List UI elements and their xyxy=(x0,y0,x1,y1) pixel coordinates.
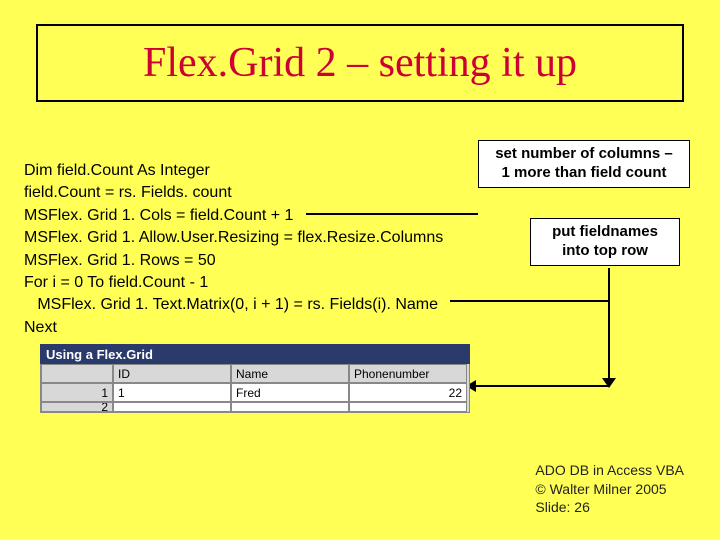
data-cell xyxy=(349,402,467,412)
callout-text: into top row xyxy=(562,242,648,259)
code-line: Next xyxy=(24,319,57,336)
connector-line xyxy=(608,268,610,380)
header-cell xyxy=(41,364,113,383)
connector-line xyxy=(306,213,478,215)
row-header-cell: 1 xyxy=(41,383,113,402)
footer-line: ADO DB in Access VBA xyxy=(535,461,684,479)
slide-footer: ADO DB in Access VBA © Walter Milner 200… xyxy=(535,461,684,516)
arrow-down-icon xyxy=(602,378,616,388)
callout-text: set number of columns – xyxy=(495,145,673,162)
data-cell: 1 xyxy=(113,383,231,402)
footer-line: Slide: 26 xyxy=(535,498,684,516)
flexgrid-table: ID Name Phonenumber 1 1 Fred 22 2 xyxy=(40,364,470,413)
table-row: 1 1 Fred 22 xyxy=(41,383,469,402)
window-title: Using a Flex.Grid xyxy=(40,344,470,364)
flexgrid-screenshot: Using a Flex.Grid ID Name Phonenumber 1 … xyxy=(40,344,470,413)
title-box: Flex.Grid 2 – setting it up xyxy=(36,24,684,102)
code-line: Dim field.Count As Integer xyxy=(24,162,210,179)
row-header-cell: 2 xyxy=(41,402,113,412)
callout-text: put fieldnames xyxy=(552,223,658,240)
code-line: For i = 0 To field.Count - 1 xyxy=(24,274,208,291)
header-cell: ID xyxy=(113,364,231,383)
connector-line xyxy=(476,385,609,387)
data-cell: 22 xyxy=(349,383,467,402)
header-cell: Phonenumber xyxy=(349,364,467,383)
callout-fieldnames: put fieldnames into top row xyxy=(530,218,680,266)
code-line: MSFlex. Grid 1. Rows = 50 xyxy=(24,252,216,269)
code-line: MSFlex. Grid 1. Allow.User.Resizing = fl… xyxy=(24,229,443,246)
footer-line: © Walter Milner 2005 xyxy=(535,480,684,498)
data-cell xyxy=(113,402,231,412)
callout-text: 1 more than field count xyxy=(501,164,666,181)
code-line: field.Count = rs. Fields. count xyxy=(24,184,232,201)
code-line: MSFlex. Grid 1. Text.Matrix(0, i + 1) = … xyxy=(24,296,438,313)
callout-columns: set number of columns – 1 more than fiel… xyxy=(478,140,690,188)
code-line: MSFlex. Grid 1. Cols = field.Count + 1 xyxy=(24,207,293,224)
data-cell: Fred xyxy=(231,383,349,402)
connector-line xyxy=(450,300,610,302)
code-block: Dim field.Count As Integer field.Count =… xyxy=(24,160,443,339)
table-row: 2 xyxy=(41,402,469,412)
header-cell: Name xyxy=(231,364,349,383)
slide-title: Flex.Grid 2 – setting it up xyxy=(143,39,577,87)
data-cell xyxy=(231,402,349,412)
table-header-row: ID Name Phonenumber xyxy=(41,364,469,383)
